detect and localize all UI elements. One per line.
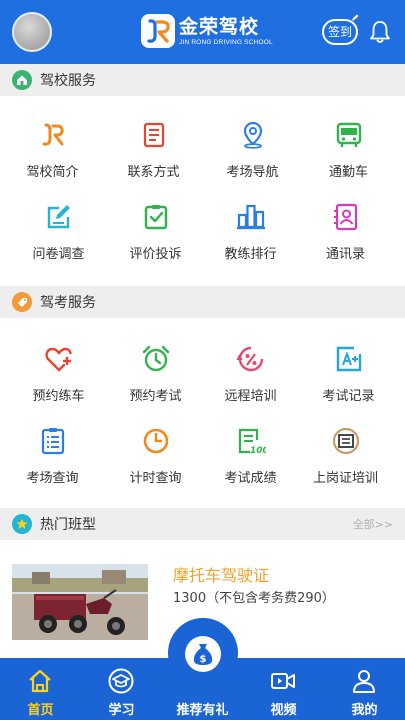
logo-subtitle: JIN RONG DRIVING SCHOOL <box>179 38 273 46</box>
location-pin-icon <box>243 121 263 149</box>
graduation-cap-icon <box>108 668 134 694</box>
service-exam-site-query[interactable]: 考场查询 <box>2 412 103 494</box>
service-book-practice[interactable]: 预约练车 <box>8 330 109 412</box>
see-all-link[interactable]: 全部>> <box>353 516 393 532</box>
service-feedback[interactable]: 评价投诉 <box>105 188 206 270</box>
section-school-services: 驾校服务 <box>0 64 405 96</box>
course-price: 1300（不包含考务费290） <box>173 591 335 606</box>
exam-services-grid: 预约练车 预约考试 远程培训 考试记录 考场查询 计时查询 10 考试成绩 上岗… <box>0 318 405 510</box>
service-remote-training[interactable]: 远程培训 <box>200 330 301 412</box>
service-survey[interactable]: 问卷调查 <box>8 188 109 270</box>
service-label: 计时查询 <box>129 471 182 486</box>
service-label: 通勤车 <box>328 165 368 180</box>
service-job-cert-training[interactable]: 上岗证培训 <box>295 412 396 494</box>
nav-home[interactable]: 首页 <box>0 658 81 720</box>
motorcycle-photo <box>12 564 148 640</box>
certificate-icon <box>332 427 360 455</box>
alarm-clock-icon <box>142 345 170 372</box>
list-check-icon <box>41 428 65 455</box>
course-title: 摩托车驾驶证 <box>173 566 270 585</box>
service-address-book[interactable]: 通讯录 <box>295 188 396 270</box>
nav-label: 首页 <box>27 703 54 718</box>
section-title: 驾校服务 <box>40 73 96 89</box>
heart-plus-icon <box>45 347 72 372</box>
nav-label[interactable]: 推荐有礼 <box>162 699 243 718</box>
service-exam-scores[interactable]: 100 考试成绩 <box>200 412 301 494</box>
nav-study[interactable]: 学习 <box>81 658 162 720</box>
grade-a-plus-icon <box>336 346 362 372</box>
svg-text:$: $ <box>200 654 207 665</box>
nav-referral[interactable]: $ <box>168 618 238 688</box>
service-label: 通讯录 <box>325 247 365 262</box>
service-label: 联系方式 <box>127 165 180 180</box>
bell-icon[interactable] <box>369 20 391 44</box>
percent-circle-icon <box>236 346 264 372</box>
section-title: 热门班型 <box>40 517 96 533</box>
service-label: 预约练车 <box>32 389 85 404</box>
service-label: 预约考试 <box>129 389 182 404</box>
service-exam-navigation[interactable]: 考场导航 <box>202 106 303 188</box>
logo-title: 金荣驾校 <box>179 15 260 38</box>
service-exam-records[interactable]: 考试记录 <box>298 330 399 412</box>
service-label: 评价投诉 <box>129 247 182 262</box>
checkin-button[interactable]: 签到 <box>322 19 358 45</box>
pencil-icon <box>352 14 359 21</box>
nav-label: 学习 <box>108 703 135 718</box>
survey-edit-icon <box>47 205 70 229</box>
jr-logo-mark-icon <box>141 14 175 48</box>
clock-icon <box>143 428 169 454</box>
section-title: 驾考服务 <box>40 295 96 311</box>
home-icon <box>29 669 51 693</box>
school-house-icon <box>12 70 32 90</box>
svg-text:100: 100 <box>250 446 266 456</box>
avatar[interactable] <box>12 12 52 52</box>
section-exam-services: 驾考服务 <box>0 286 405 318</box>
service-contact[interactable]: 联系方式 <box>103 106 204 188</box>
contact-card-icon <box>143 122 165 148</box>
service-label: 考试成绩 <box>224 471 277 486</box>
address-book-icon <box>334 203 358 231</box>
money-bag-icon: $ <box>185 636 221 672</box>
clipboard-check-icon <box>144 205 168 230</box>
star-icon <box>12 514 32 534</box>
service-label: 考场导航 <box>226 165 279 180</box>
service-label: 考试记录 <box>322 389 375 404</box>
service-label: 问卷调查 <box>32 247 85 262</box>
user-icon <box>353 670 375 693</box>
service-school-intro[interactable]: 驾校简介 <box>2 106 103 188</box>
service-label: 上岗证培训 <box>312 471 378 486</box>
school-logo: 金荣驾校 JIN RONG DRIVING SCHOOL <box>141 11 273 51</box>
service-label: 远程培训 <box>224 389 277 404</box>
video-icon <box>271 673 295 689</box>
nav-label: 视频 <box>270 703 297 718</box>
nav-mine[interactable]: 我的 <box>324 658 405 720</box>
service-label: 考场查询 <box>26 471 79 486</box>
service-label: 驾校简介 <box>26 165 79 180</box>
tag-icon <box>12 292 32 312</box>
section-hot-courses: 热门班型 全部>> <box>0 508 405 540</box>
nav-video[interactable]: 视频 <box>243 658 324 720</box>
service-label: 教练排行 <box>224 247 277 262</box>
app-header: 金荣驾校 JIN RONG DRIVING SCHOOL 签到 <box>0 0 405 64</box>
service-coach-ranking[interactable]: 教练排行 <box>200 188 301 270</box>
school-services-grid: 驾校简介 联系方式 考场导航 通勤车 问卷调查 评价投诉 教练排行 通讯录 <box>0 96 405 288</box>
jr-logo-icon <box>42 123 64 146</box>
score-100-icon: 100 <box>238 428 266 456</box>
service-shuttle-bus[interactable]: 通勤车 <box>298 106 399 188</box>
service-book-exam[interactable]: 预约考试 <box>105 330 206 412</box>
bar-ranking-icon <box>237 204 265 230</box>
nav-label: 我的 <box>351 703 378 718</box>
service-timing-query[interactable]: 计时查询 <box>105 412 206 494</box>
bus-icon <box>336 122 362 147</box>
